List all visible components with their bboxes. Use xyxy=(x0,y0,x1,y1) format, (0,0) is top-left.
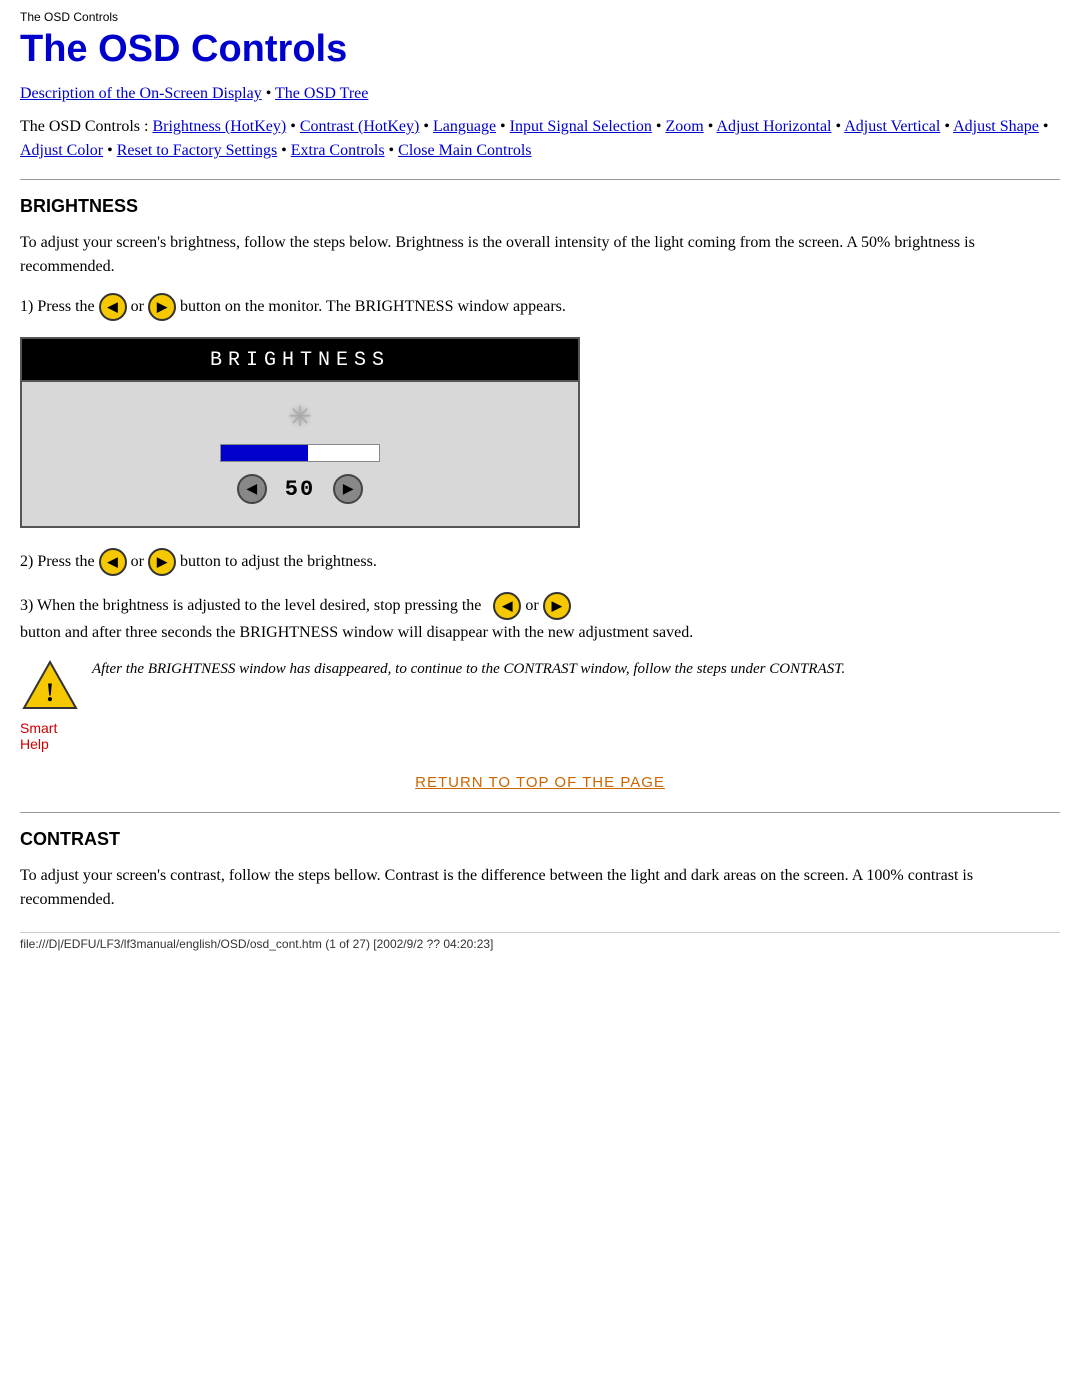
left-button-step2[interactable] xyxy=(99,548,127,576)
brightness-step1: 1) Press the or button on the monitor. T… xyxy=(20,293,1060,321)
smart-help-text: After the BRIGHTNESS window has disappea… xyxy=(92,658,1060,681)
brightness-bar xyxy=(220,444,380,462)
right-button-step2[interactable] xyxy=(148,548,176,576)
nav-link-osd-description[interactable]: Description of the On-Screen Display xyxy=(20,85,262,102)
return-to-top-link[interactable]: RETURN TO TOP OF THE PAGE xyxy=(415,774,665,791)
contrast-heading: CONTRAST xyxy=(20,829,1060,850)
contrast-desc: To adjust your screen's contrast, follow… xyxy=(20,864,1060,912)
link-brightness-hotkey[interactable]: Brightness (HotKey) xyxy=(152,118,286,135)
brightness-step3: 3) When the brightness is adjusted to th… xyxy=(20,592,1060,642)
intro-text: The OSD Controls : Brightness (HotKey) •… xyxy=(20,115,1060,163)
link-language[interactable]: Language xyxy=(433,118,496,135)
warning-triangle-icon: ! xyxy=(20,658,80,713)
right-button-step1[interactable] xyxy=(148,293,176,321)
link-adjust-vertical[interactable]: Adjust Vertical xyxy=(844,118,940,135)
page-title: The OSD Controls xyxy=(20,28,1060,71)
intro-prefix: The OSD Controls : xyxy=(20,118,152,135)
return-link-container: RETURN TO TOP OF THE PAGE xyxy=(20,774,1060,792)
divider-top xyxy=(20,179,1060,180)
link-extra-controls[interactable]: Extra Controls xyxy=(291,142,385,159)
brightness-value: 50 xyxy=(285,477,315,502)
help-label: Help xyxy=(20,736,49,752)
smart-help-block: ! Smart Help After the BRIGHTNESS window… xyxy=(20,658,1060,754)
link-adjust-shape[interactable]: Adjust Shape xyxy=(953,118,1039,135)
left-button-step3[interactable] xyxy=(493,592,521,620)
nav-link-osd-tree[interactable]: The OSD Tree xyxy=(275,85,368,102)
browser-tab: The OSD Controls xyxy=(20,10,1060,24)
divider-bottom xyxy=(20,812,1060,813)
link-input-signal-selection[interactable]: Input Signal Selection xyxy=(510,118,652,135)
link-adjust-horizontal[interactable]: Adjust Horizontal xyxy=(716,118,831,135)
status-bar: file:///D|/EDFU/LF3/lf3manual/english/OS… xyxy=(20,932,1060,951)
warning-icon-container: ! Smart Help xyxy=(20,658,80,754)
right-button-step3[interactable] xyxy=(543,592,571,620)
brightness-step2: 2) Press the or button to adjust the bri… xyxy=(20,548,1060,576)
brightness-display: BRIGHTNESS ✳ ◀ 50 ▶ xyxy=(20,337,580,528)
brightness-controls: ◀ 50 ▶ xyxy=(237,474,363,504)
link-adjust-color[interactable]: Adjust Color xyxy=(20,142,103,159)
brightness-right-btn[interactable]: ▶ xyxy=(333,474,363,504)
link-contrast-hotkey[interactable]: Contrast (HotKey) xyxy=(300,118,420,135)
svg-text:!: ! xyxy=(46,678,55,707)
brightness-heading: BRIGHTNESS xyxy=(20,196,1060,217)
link-zoom[interactable]: Zoom xyxy=(665,118,703,135)
nav-links: Description of the On-Screen Display • T… xyxy=(20,85,1060,103)
smart-label: Smart xyxy=(20,720,80,736)
brightness-desc: To adjust your screen's brightness, foll… xyxy=(20,231,1060,279)
link-reset-factory[interactable]: Reset to Factory Settings xyxy=(117,142,277,159)
brightness-left-btn[interactable]: ◀ xyxy=(237,474,267,504)
brightness-display-content: ✳ ◀ 50 ▶ xyxy=(22,382,578,526)
brightness-bar-fill xyxy=(221,445,308,461)
link-close-main[interactable]: Close Main Controls xyxy=(398,142,531,159)
left-button-step1[interactable] xyxy=(99,293,127,321)
sun-icon: ✳ xyxy=(288,400,311,434)
brightness-display-title: BRIGHTNESS xyxy=(22,339,578,382)
